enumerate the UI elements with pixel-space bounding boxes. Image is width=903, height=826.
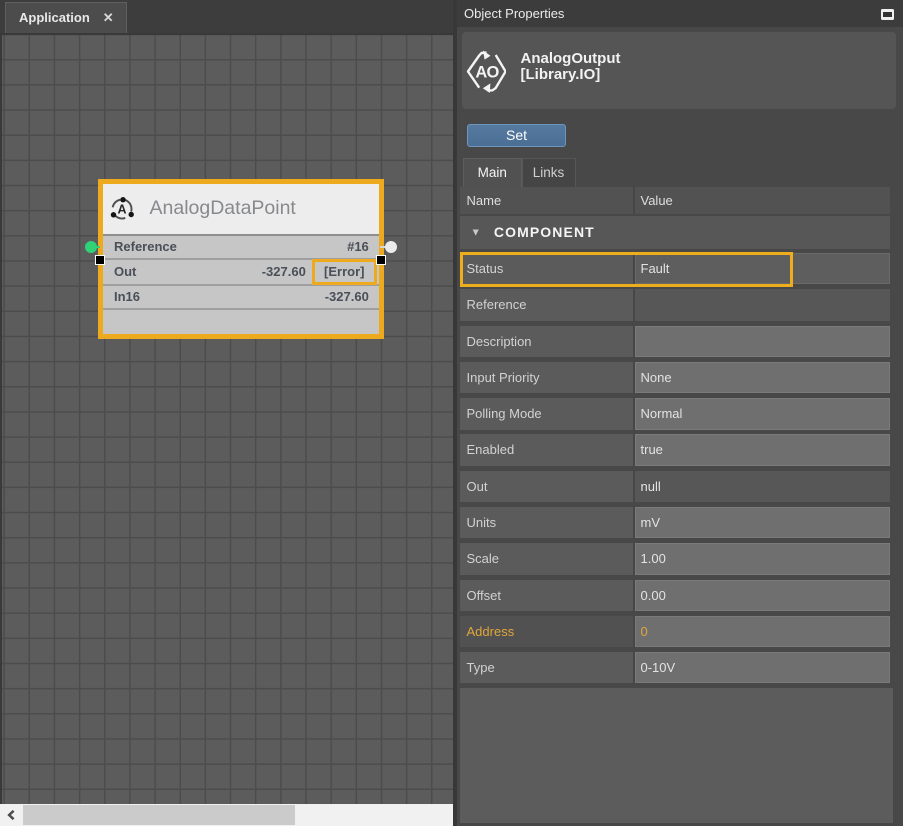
svg-text:AO: AO [475,64,499,82]
svg-text:A: A [117,203,126,217]
